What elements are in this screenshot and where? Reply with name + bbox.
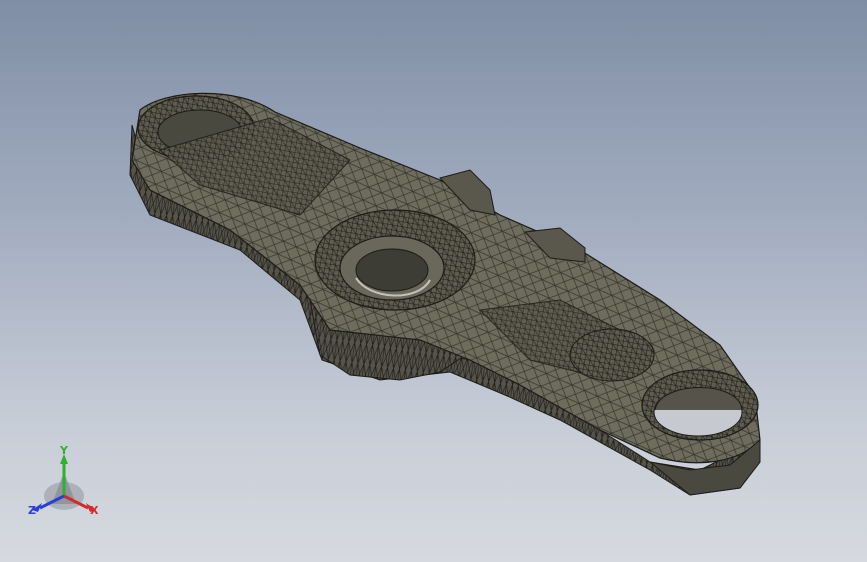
x-axis-label: X	[90, 504, 99, 517]
triple-clamp-model[interactable]	[0, 0, 867, 562]
graphics-viewport[interactable]: Y X Z	[0, 0, 867, 562]
y-axis-label: Y	[60, 444, 68, 457]
orientation-triad[interactable]: Y X Z	[24, 444, 106, 526]
z-axis-label: Z	[28, 504, 36, 517]
detail-circle	[569, 328, 655, 382]
stem-bore	[355, 248, 429, 292]
